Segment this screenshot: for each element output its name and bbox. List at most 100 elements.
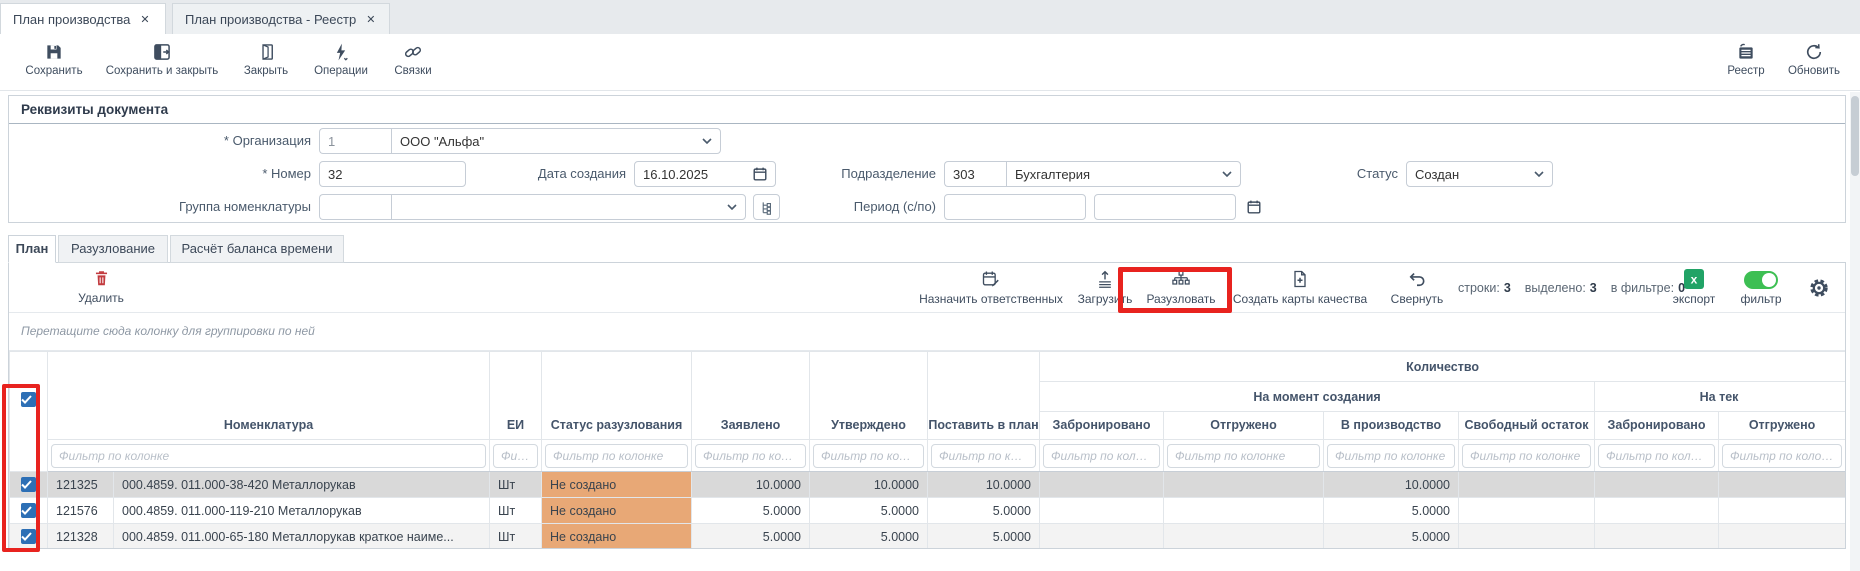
save-button[interactable]: Сохранить xyxy=(14,41,94,77)
status-select[interactable]: Создан xyxy=(1406,161,1553,187)
filter-input-free-balance[interactable] xyxy=(1462,444,1591,468)
cell-in-production: 5.0000 xyxy=(1324,498,1459,524)
cell-declared: 5.0000 xyxy=(692,524,810,550)
collapse-button[interactable]: Свернуть xyxy=(1382,269,1452,306)
department-code-field[interactable] xyxy=(944,161,1006,187)
tab-plan-label: План xyxy=(16,241,49,256)
table-row[interactable]: 121328 000.4859. 011.000-65-180 Металлор… xyxy=(10,524,1846,550)
delete-button[interactable]: Удалить xyxy=(61,269,141,305)
column-header-shipped[interactable]: Отгружено xyxy=(1164,412,1324,440)
department-select[interactable]: Бухгалтерия xyxy=(1006,161,1241,187)
row-checkbox[interactable] xyxy=(21,503,36,518)
column-header-free-balance[interactable]: Свободный остаток xyxy=(1459,412,1595,440)
scrollbar-thumb[interactable] xyxy=(1851,96,1859,176)
filter-input-shipped-2[interactable] xyxy=(1722,444,1842,468)
select-all-header xyxy=(10,352,48,472)
cell-reserved-2 xyxy=(1595,472,1719,498)
filter-input-status[interactable] xyxy=(545,444,688,468)
cell-status: Не создано xyxy=(542,472,692,498)
cell-shipped xyxy=(1164,524,1324,550)
filter-input-reserved[interactable] xyxy=(1043,444,1160,468)
column-header-nomenclature[interactable]: Номенклатура xyxy=(48,352,490,440)
column-header-reserved-2[interactable]: Забронировано xyxy=(1595,412,1719,440)
nomenclature-group-label: Группа номенклатуры xyxy=(111,194,311,220)
column-header-approved[interactable]: Утверждено xyxy=(810,352,928,440)
close-label: Закрыть xyxy=(244,65,288,77)
calendar-icon[interactable] xyxy=(1246,199,1262,215)
filter-input-in-production[interactable] xyxy=(1327,444,1455,468)
nomenclature-group-code-field[interactable] xyxy=(319,194,391,220)
razuzlovat-button[interactable]: Разузловать xyxy=(1141,269,1221,306)
load-button[interactable]: Загрузить xyxy=(1070,269,1140,306)
tab-plan-proizvodstva[interactable]: План производства ✕ xyxy=(0,3,166,34)
organization-select[interactable]: ООО "Альфа" xyxy=(391,128,721,154)
filter-input-to-plan[interactable] xyxy=(931,444,1036,468)
toggle-switch-icon[interactable] xyxy=(1744,271,1778,289)
filter-input-shipped[interactable] xyxy=(1167,444,1320,468)
row-checkbox[interactable] xyxy=(21,529,36,544)
tab-plan[interactable]: План xyxy=(8,235,56,263)
filter-input-unit[interactable] xyxy=(493,444,538,468)
row-checkbox[interactable] xyxy=(21,477,36,492)
cell-status: Не создано xyxy=(542,498,692,524)
period-label: Период (с/по) xyxy=(728,194,936,220)
tab-razuzlovanie[interactable]: Разузлование xyxy=(58,235,168,263)
filter-input-nomenclature[interactable] xyxy=(51,444,486,468)
column-header-unit[interactable]: ЕИ xyxy=(490,352,542,440)
filter-toggle-button[interactable]: фильтр xyxy=(1736,271,1786,306)
filter-input-declared[interactable] xyxy=(695,444,806,468)
cell-reserved xyxy=(1040,498,1164,524)
group-by-hint: Перетащите сюда колонку для группировки … xyxy=(9,313,1845,351)
create-quality-cards-button[interactable]: Создать карты качества xyxy=(1224,269,1376,306)
organization-code-field[interactable] xyxy=(319,128,391,154)
vertical-scrollbar[interactable] xyxy=(1850,92,1860,571)
table-row[interactable]: 121576 000.4859. 011.000-119-210 Металло… xyxy=(10,498,1846,524)
save-and-close-button[interactable]: Сохранить и закрыть xyxy=(94,41,230,77)
period-from-field[interactable] xyxy=(944,194,1086,220)
column-header-shipped-2[interactable]: Отгружено xyxy=(1719,412,1846,440)
close-tab-icon[interactable]: ✕ xyxy=(366,13,375,26)
rows-counter: строки:3 xyxy=(1458,281,1511,295)
column-header-status[interactable]: Статус разузлования xyxy=(542,352,692,440)
cell-shipped xyxy=(1164,498,1324,524)
cell-code: 121325 xyxy=(48,472,114,498)
period-to-field[interactable] xyxy=(1094,194,1236,220)
document-plus-icon xyxy=(1290,269,1310,289)
panel-title: Реквизиты документа xyxy=(9,96,1845,124)
column-header-in-production[interactable]: В производство xyxy=(1324,412,1459,440)
close-tab-icon[interactable]: ✕ xyxy=(140,13,149,26)
delete-label: Удалить xyxy=(78,291,124,305)
number-label: * Номер xyxy=(61,161,311,187)
column-header-declared[interactable]: Заявлено xyxy=(692,352,810,440)
assign-responsible-button[interactable]: Назначить ответственных xyxy=(904,269,1078,306)
cell-name: 000.4859. 011.000-38-420 Металлорукав xyxy=(114,472,490,498)
operations-button[interactable]: Операции xyxy=(302,41,380,77)
column-header-to-plan[interactable]: Поставить в план xyxy=(928,352,1040,440)
trash-icon xyxy=(92,269,111,288)
tab-balance[interactable]: Расчёт баланса времени xyxy=(170,235,344,263)
grid-settings-button[interactable] xyxy=(1807,276,1831,300)
plan-table: Номенклатура ЕИ Статус разузлования Заяв… xyxy=(9,351,1846,549)
window-tab-bar: План производства ✕ План производства - … xyxy=(0,0,1860,34)
links-label: Связки xyxy=(394,65,431,77)
cell-declared: 5.0000 xyxy=(692,498,810,524)
filter-input-approved[interactable] xyxy=(813,444,924,468)
cell-reserved-2 xyxy=(1595,524,1719,550)
filter-input-reserved-2[interactable] xyxy=(1598,444,1715,468)
column-header-reserved[interactable]: Забронировано xyxy=(1040,412,1164,440)
refresh-button[interactable]: Обновить xyxy=(1778,41,1850,77)
calendar-edit-icon xyxy=(981,269,1001,289)
cell-shipped-2 xyxy=(1719,524,1846,550)
upload-icon xyxy=(1095,269,1115,289)
table-row[interactable]: 121325 000.4859. 011.000-38-420 Металлор… xyxy=(10,472,1846,498)
refresh-icon xyxy=(1804,42,1824,62)
export-button[interactable]: x экспорт xyxy=(1669,269,1719,306)
nomenclature-group-select[interactable] xyxy=(391,194,746,220)
select-all-checkbox[interactable] xyxy=(21,392,36,407)
tab-plan-proizvodstva-reestr[interactable]: План производства - Реестр ✕ xyxy=(172,3,390,34)
registry-button[interactable]: Реестр xyxy=(1714,41,1778,77)
links-button[interactable]: Связки xyxy=(380,41,446,77)
filter-label: фильтр xyxy=(1740,292,1781,306)
cell-approved: 10.0000 xyxy=(810,472,928,498)
close-button[interactable]: Закрыть xyxy=(230,41,302,77)
